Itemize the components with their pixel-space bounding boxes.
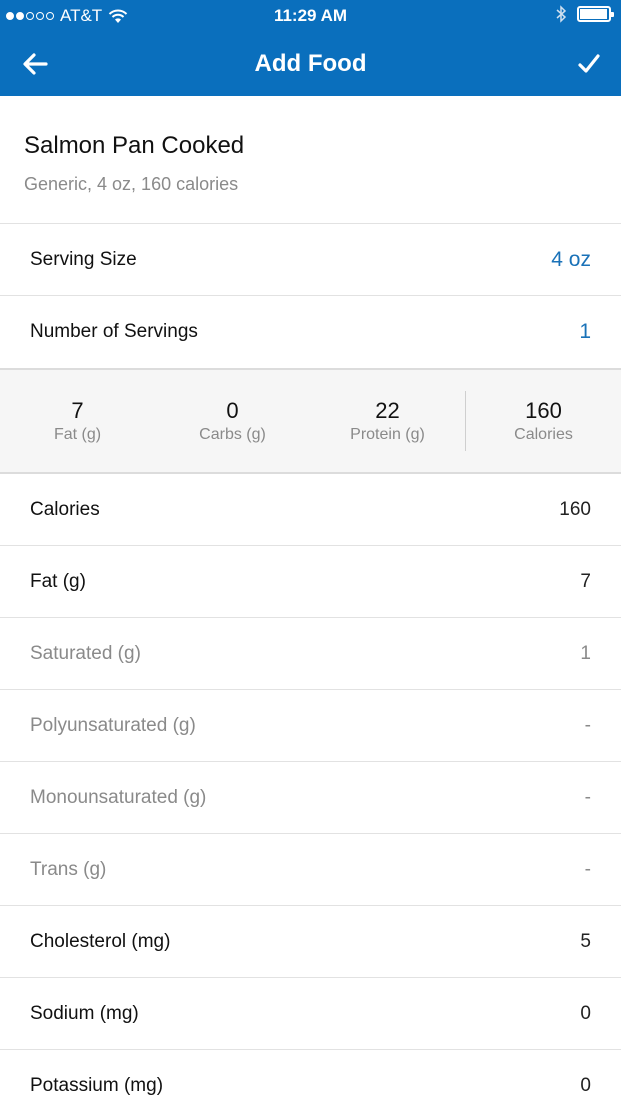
macro-value: 0 [226, 398, 239, 423]
nutrient-value: - [584, 714, 591, 736]
nutrient-label: Polyunsaturated (g) [30, 714, 196, 736]
food-description: Generic, 4 oz, 160 calories [24, 174, 239, 194]
macro-label: Carbs (g) [199, 426, 266, 443]
clock: 11:29 AM [273, 6, 348, 25]
page-title: Add Food [254, 50, 367, 77]
nutrient-label: Fat (g) [30, 570, 86, 592]
macro-fat: 7 Fat (g) [0, 398, 155, 444]
status-right [556, 5, 614, 23]
nutrition-row-sodium: Sodium (mg) 0 [0, 978, 621, 1050]
bluetooth-icon [556, 5, 567, 23]
macro-protein: 22 Protein (g) [310, 398, 465, 444]
number-of-servings-row[interactable]: Number of Servings 1 [0, 296, 621, 368]
nutrition-row-calories: Calories 160 [0, 474, 621, 546]
nutrient-value: 1 [580, 642, 591, 664]
nutrient-value: 0 [580, 1074, 591, 1096]
nutrient-label: Sodium (mg) [30, 1002, 139, 1024]
nav-bar: Add Food [0, 32, 621, 96]
macro-value: 160 [525, 398, 562, 423]
nutrition-row-potassium: Potassium (mg) 0 [0, 1050, 621, 1104]
serving-size-value[interactable]: 4 oz [551, 248, 591, 272]
number-of-servings-value[interactable]: 1 [579, 320, 591, 344]
macro-summary: 7 Fat (g) 0 Carbs (g) 22 Protein (g) 160… [0, 368, 621, 474]
nutrition-row-monounsaturated: Monounsaturated (g) - [0, 762, 621, 834]
nutrient-label: Monounsaturated (g) [30, 786, 207, 808]
battery-icon [577, 6, 614, 22]
food-name: Salmon Pan Cooked [24, 132, 245, 159]
back-button[interactable] [22, 46, 62, 82]
nutrient-value: - [584, 858, 591, 880]
checkmark-icon [578, 54, 600, 73]
macro-label: Calories [514, 426, 573, 443]
save-button[interactable] [561, 46, 601, 82]
nutrition-row-trans: Trans (g) - [0, 834, 621, 906]
nutrient-value: 5 [580, 930, 591, 952]
nutrition-row-polyunsaturated: Polyunsaturated (g) - [0, 690, 621, 762]
macro-value: 7 [71, 398, 84, 423]
nutrient-label: Trans (g) [30, 858, 107, 880]
macro-carbs: 0 Carbs (g) [155, 398, 310, 444]
nutrient-label: Calories [30, 498, 100, 520]
nutrition-row-cholesterol: Cholesterol (mg) 5 [0, 906, 621, 978]
nutrient-label: Potassium (mg) [30, 1074, 164, 1096]
nutrition-row-fat: Fat (g) 7 [0, 546, 621, 618]
nutrient-value: 7 [580, 570, 591, 592]
nutrition-row-saturated: Saturated (g) 1 [0, 618, 621, 690]
status-bar: AT&T 11:29 AM [0, 0, 621, 32]
macro-label: Protein (g) [350, 426, 425, 443]
number-of-servings-label: Number of Servings [30, 321, 198, 342]
arrow-left-icon [23, 53, 48, 75]
macro-label: Fat (g) [53, 426, 102, 443]
nutrition-list: Calories 160 Fat (g) 7 Saturated (g) 1 P… [0, 474, 621, 1104]
nutrient-label: Saturated (g) [30, 642, 141, 664]
nutrient-label: Cholesterol (mg) [30, 930, 171, 952]
nutrient-value: - [584, 786, 591, 808]
serving-size-label: Serving Size [30, 248, 137, 270]
nutrient-value: 160 [559, 498, 591, 520]
serving-size-row[interactable]: Serving Size 4 oz [0, 224, 621, 296]
food-header: Salmon Pan Cooked Generic, 4 oz, 160 cal… [0, 96, 621, 224]
macro-calories: 160 Calories [466, 398, 621, 444]
nutrient-value: 0 [580, 1002, 591, 1024]
macro-value: 22 [375, 398, 400, 423]
